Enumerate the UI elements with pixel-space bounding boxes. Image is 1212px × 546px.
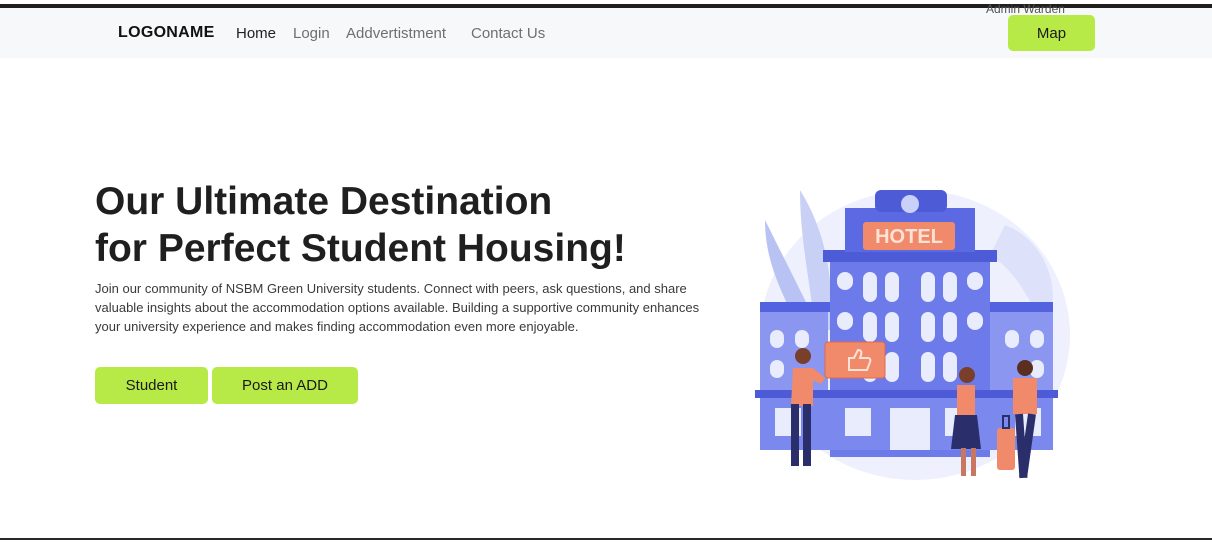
bottom-border [0, 538, 1212, 540]
hotel-sign-text: HOTEL [875, 226, 943, 248]
nav-link-advertisement[interactable]: Addvertistment [346, 25, 446, 42]
hero-title-line1: Our Ultimate Destination [95, 180, 553, 223]
student-button[interactable]: Student [95, 367, 208, 404]
person-right [1013, 378, 1037, 414]
suitcase [997, 428, 1015, 470]
hero-description: Join our community of NSBM Green Univers… [95, 281, 700, 334]
hotel-door [890, 408, 930, 450]
nav-link-home[interactable]: Home [236, 25, 276, 42]
nav-link-login[interactable]: Login [293, 25, 330, 42]
nav-link-contact[interactable]: Contact Us [471, 25, 545, 42]
admin-warden-links[interactable]: Admin Warden [986, 2, 1065, 16]
navbar: LOGONAME Home Login Addvertistment Conta… [0, 2, 1212, 58]
hotel-illustration: HOTEL [755, 190, 1070, 480]
post-ad-button[interactable]: Post an ADD [212, 367, 358, 404]
map-button[interactable]: Map [1008, 15, 1095, 51]
person-woman [957, 385, 975, 415]
hero-title-line2: for Perfect Student Housing! [95, 227, 626, 270]
logo[interactable]: LOGONAME [118, 24, 215, 42]
hero-title: Our Ultimate Destination for Perfect Stu… [95, 178, 715, 272]
thumbs-up-sign [824, 341, 886, 379]
